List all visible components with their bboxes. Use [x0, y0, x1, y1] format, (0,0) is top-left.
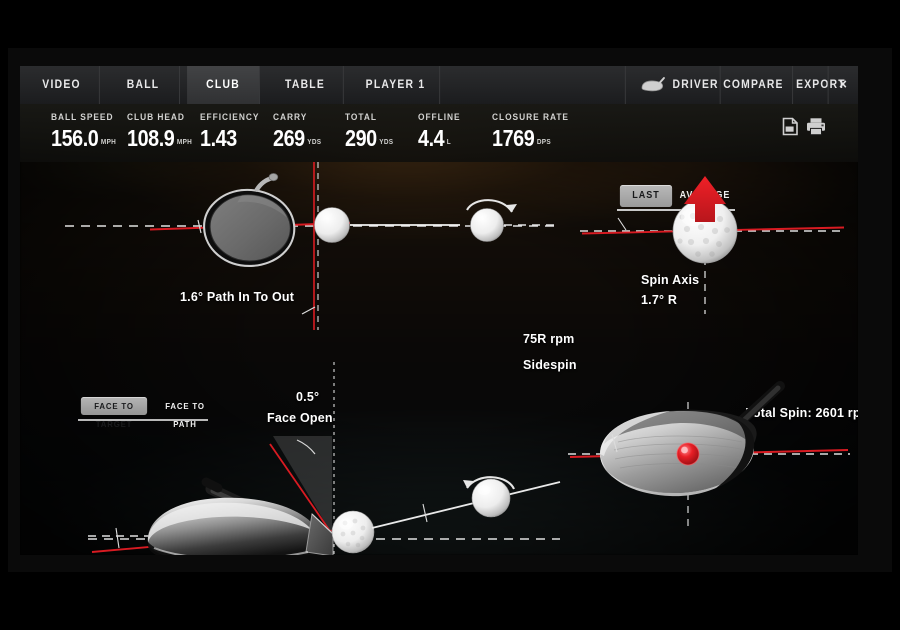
driver-label: DRIVER	[672, 79, 719, 91]
stat-value: 269 YDS	[273, 125, 321, 155]
tab-ball-label: BALL	[126, 79, 160, 91]
panel-launch-angle: 21.6° Loft Launch Angle 13.6° 5.3° Upwar…	[20, 362, 561, 555]
stat-label: TOTAL	[345, 112, 377, 123]
stat-closure-rate: CLOSURE RATE 1769 DPS	[492, 112, 579, 155]
spin-axis-label: Spin Axis	[641, 273, 700, 287]
stat-label: EFFICIENCY	[200, 112, 260, 123]
impact-location-diagram	[568, 381, 850, 528]
stat-unit: MPH	[100, 137, 117, 146]
close-icon: ×	[838, 76, 847, 93]
tab-player-1[interactable]: PLAYER 1	[352, 66, 441, 104]
stat-label: OFFLINE	[418, 112, 461, 123]
stat-number: 1.43	[200, 125, 237, 151]
stat-value: 1769 DPS	[492, 125, 567, 155]
tab-club[interactable]: CLUB	[187, 66, 260, 104]
stat-value: 156.0 MPH	[51, 125, 116, 155]
spin-axis-value: 1.7° R	[641, 293, 678, 307]
stat-unit: YDS	[307, 137, 322, 146]
tab-video[interactable]: VIDEO	[24, 66, 100, 104]
tab-ball[interactable]: BALL	[107, 66, 180, 104]
tab-video-label: VIDEO	[42, 79, 81, 91]
stat-number: 156.0	[51, 125, 99, 151]
pdf-export-icon[interactable]	[782, 117, 799, 136]
panel-impact-location: V Impact: 1mm High H Impact: 1mm Heel 2.…	[560, 362, 858, 555]
stat-number: 108.9	[127, 125, 175, 151]
panel-club-path: 1.6° Path In To Out 0.5° Face Open 75R r…	[20, 162, 577, 425]
compare-label: COMPARE	[723, 79, 784, 91]
stat-unit: L	[446, 137, 452, 146]
close-button[interactable]: ×	[827, 66, 858, 104]
tab-club-label: CLUB	[206, 79, 240, 91]
tab-table[interactable]: TABLE	[267, 66, 344, 104]
launch-monitor-app: VIDEO BALL CLUB TABLE PLAYER 1 DRIVER CO…	[20, 66, 858, 555]
stat-number: 290	[345, 125, 377, 151]
driver-selector[interactable]: DRIVER	[624, 66, 718, 104]
stat-value: 4.4 L	[418, 125, 460, 155]
club-path-diagram	[65, 162, 557, 330]
stat-value: 1.43	[200, 125, 258, 155]
stat-carry: CARRY 269 YDS	[273, 112, 329, 155]
print-icon[interactable]	[806, 117, 826, 136]
stat-label: BALL SPEED	[51, 112, 114, 123]
club-path-label: 1.6° Path In To Out	[180, 290, 295, 304]
stat-club-head: CLUB HEAD 108.9 MPH	[127, 112, 203, 155]
panel-spin-axis: Straight Spin Axis 1.7° R Total Spin: 26…	[560, 162, 858, 420]
stat-label: CARRY	[273, 112, 308, 123]
stat-value: 290 YDS	[345, 125, 393, 155]
stat-offline: OFFLINE 4.4 L	[418, 112, 466, 155]
launch-angle-diagram	[88, 362, 561, 555]
driver-club-icon	[640, 77, 667, 93]
screenshot-frame: VIDEO BALL CLUB TABLE PLAYER 1 DRIVER CO…	[0, 0, 900, 630]
stat-label: CLOSURE RATE	[492, 112, 569, 123]
tab-bar: VIDEO BALL CLUB TABLE PLAYER 1 DRIVER CO…	[20, 66, 858, 104]
compare-button[interactable]: COMPARE	[719, 66, 787, 104]
stat-number: 1769	[492, 125, 535, 151]
stat-total: TOTAL 290 YDS	[345, 112, 401, 155]
tab-player-1-label: PLAYER 1	[365, 79, 426, 91]
stat-unit: DPS	[536, 137, 551, 146]
tab-table-label: TABLE	[285, 79, 326, 91]
spin-axis-diagram	[580, 176, 845, 314]
stats-bar: BALL SPEED 156.0 MPH CLUB HEAD 108.9 MPH E…	[20, 104, 858, 162]
stat-value: 108.9 MPH	[127, 125, 192, 155]
stat-unit: MPH	[176, 137, 193, 146]
stat-efficiency: EFFICIENCY 1.43	[200, 112, 267, 155]
stat-ball-speed: BALL SPEED 156.0 MPH	[51, 112, 127, 155]
stat-number: 4.4	[418, 125, 445, 151]
stat-number: 269	[273, 125, 305, 151]
stat-unit: YDS	[379, 137, 394, 146]
stat-label: CLUB HEAD	[127, 112, 185, 123]
